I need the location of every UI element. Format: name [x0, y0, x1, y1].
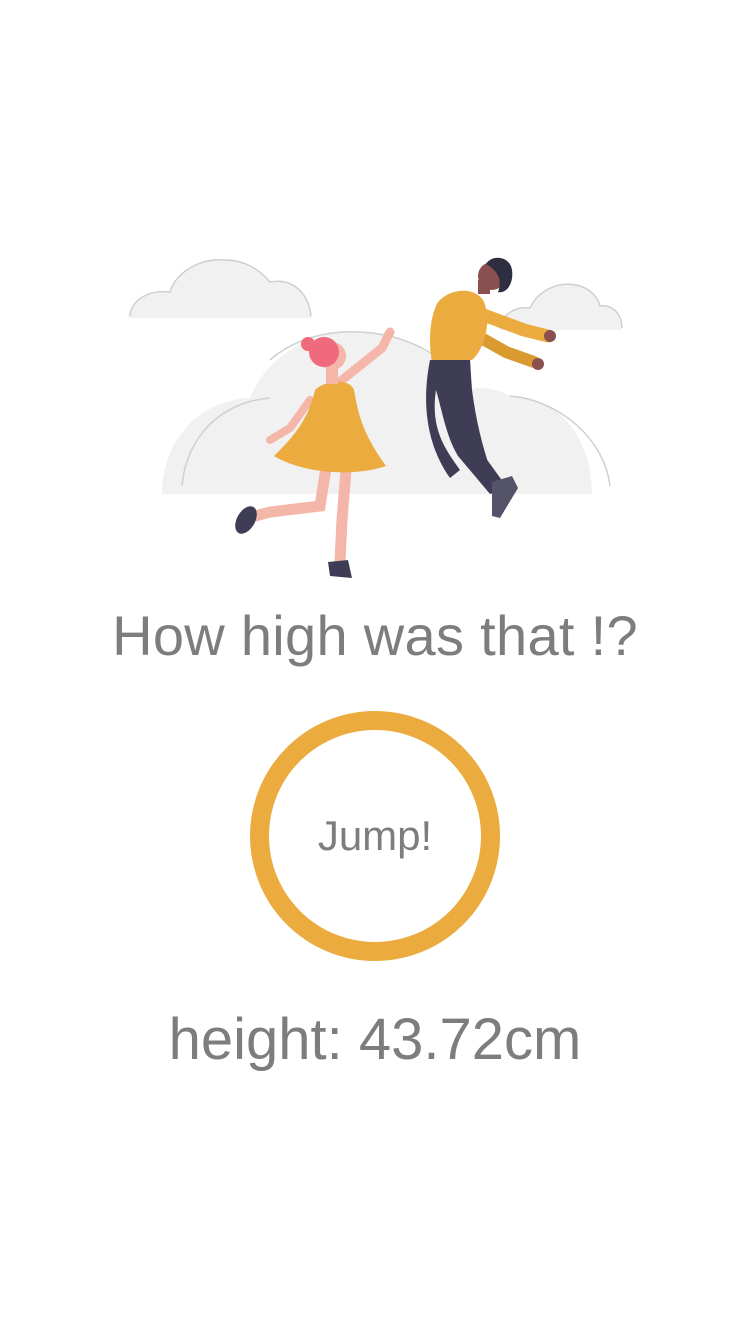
cloud-top-left-icon: [128, 259, 312, 318]
jump-button[interactable]: Jump!: [250, 711, 500, 961]
height-readout: height: 43.72cm: [168, 1007, 582, 1072]
jump-button-label: Jump!: [317, 812, 433, 859]
jumping-people-illustration: [120, 250, 630, 590]
headline: How high was that !?: [112, 604, 638, 667]
cloud-main-icon: [162, 330, 611, 494]
